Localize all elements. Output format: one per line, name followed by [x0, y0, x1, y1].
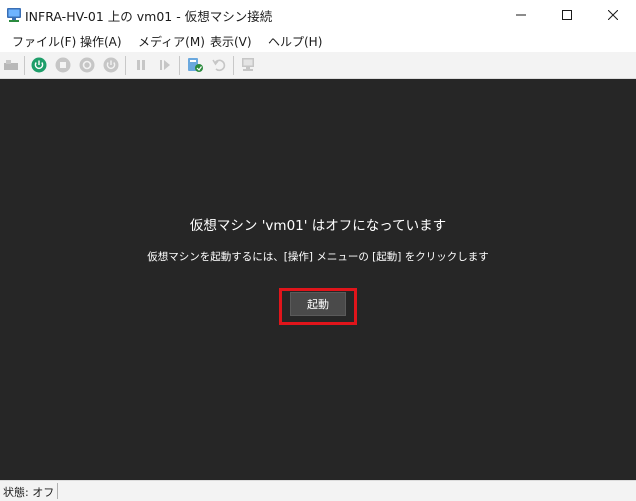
- maximize-button[interactable]: [544, 0, 590, 30]
- window-title: INFRA-HV-01 上の vm01 - 仮想マシン接続: [25, 9, 273, 24]
- toolbar-separator: [125, 56, 126, 75]
- status-text: 状態: オフ: [3, 486, 55, 499]
- menu-bar: ファイル(F) 操作(A) メディア(M) 表示(V) ヘルプ(H): [0, 30, 636, 52]
- menu-view[interactable]: 表示(V): [210, 33, 252, 50]
- start-instruction: 仮想マシンを起動するには、[操作] メニューの [起動] をクリックします: [147, 251, 489, 263]
- close-button[interactable]: [590, 0, 636, 30]
- menu-file[interactable]: ファイル(F): [12, 33, 76, 50]
- title-bar: INFRA-HV-01 上の vm01 - 仮想マシン接続: [0, 0, 636, 30]
- toolbar: [0, 52, 636, 79]
- shutdown-icon[interactable]: [78, 56, 96, 74]
- toolbar-separator: [233, 56, 234, 75]
- menu-action[interactable]: 操作(A): [80, 33, 122, 50]
- save-icon[interactable]: [102, 56, 120, 74]
- start-icon[interactable]: [30, 56, 48, 74]
- ctrl-alt-del-icon[interactable]: [2, 56, 20, 74]
- start-button[interactable]: 起動: [290, 292, 346, 316]
- close-icon: [608, 10, 618, 20]
- menu-help[interactable]: ヘルプ(H): [268, 33, 322, 50]
- toolbar-separator: [179, 56, 180, 75]
- resume-icon[interactable]: [156, 56, 174, 74]
- status-separator: [57, 483, 58, 499]
- revert-icon[interactable]: [210, 56, 228, 74]
- minimize-button[interactable]: [498, 0, 544, 30]
- minimize-icon: [516, 14, 526, 16]
- turn-off-icon[interactable]: [54, 56, 72, 74]
- pause-icon[interactable]: [132, 56, 150, 74]
- status-bar: 状態: オフ: [0, 480, 636, 501]
- enhanced-session-icon[interactable]: [240, 56, 258, 74]
- checkpoint-icon[interactable]: [186, 56, 204, 74]
- vm-connection-icon: [6, 7, 22, 23]
- vm-console[interactable]: 仮想マシン 'vm01' はオフになっています 仮想マシンを起動するには、[操作…: [0, 79, 636, 480]
- toolbar-separator: [24, 56, 25, 75]
- menu-media[interactable]: メディア(M): [138, 33, 205, 50]
- vm-off-message: 仮想マシン 'vm01' はオフになっています: [189, 218, 447, 234]
- maximize-icon: [562, 10, 572, 20]
